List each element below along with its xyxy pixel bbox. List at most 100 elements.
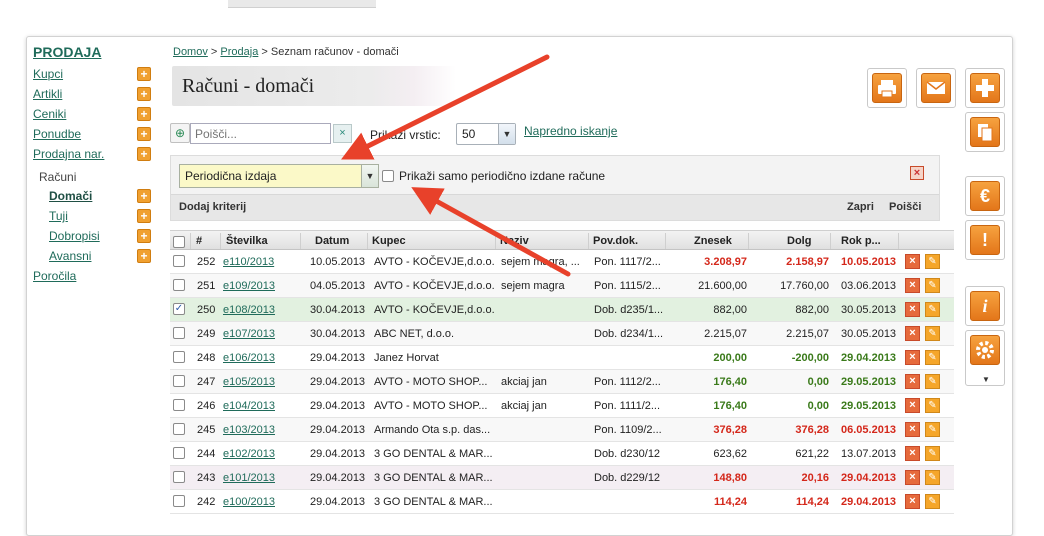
add-button[interactable] (965, 68, 1005, 108)
table-row[interactable]: 243 e101/2013 29.04.2013 3 GO DENTAL & MAR.… (170, 466, 954, 490)
breadcrumb-sales[interactable]: Prodaja (220, 46, 258, 58)
delete-icon[interactable]: × (905, 302, 920, 317)
sidebar-link-avansni[interactable]: Avansni (49, 249, 91, 263)
table-row[interactable]: ✓ 250 e108/2013 30.04.2013 AVTO - KOČEVJE,d.… (170, 298, 954, 322)
table-row[interactable]: 252 e110/2013 10.05.2013 AVTO - KOČEVJE,d.o… (170, 250, 954, 274)
edit-icon[interactable]: ✎ (925, 494, 940, 509)
row-checkbox[interactable] (173, 375, 185, 387)
add-prodajna-nar-button[interactable]: + (137, 147, 151, 161)
delete-icon[interactable]: × (905, 422, 920, 437)
delete-icon[interactable]: × (905, 374, 920, 389)
header-customer[interactable]: Kupec (372, 235, 406, 247)
close-filter-button[interactable]: Zapri (847, 201, 874, 213)
add-dobropisi-button[interactable]: + (137, 229, 151, 243)
edit-icon[interactable]: ✎ (925, 302, 940, 317)
delete-icon[interactable]: × (905, 398, 920, 413)
row-checkbox[interactable] (173, 255, 185, 267)
table-row[interactable]: 244 e102/2013 29.04.2013 3 GO DENTAL & MAR.… (170, 442, 954, 466)
sidebar-link-ceniki[interactable]: Ceniki (33, 107, 66, 121)
edit-icon[interactable]: ✎ (925, 446, 940, 461)
add-criteria-button[interactable]: Dodaj kriterij (179, 201, 246, 213)
delete-icon[interactable]: × (905, 350, 920, 365)
invoice-link[interactable]: e103/2013 (223, 424, 275, 436)
edit-icon[interactable]: ✎ (925, 422, 940, 437)
invoice-link[interactable]: e104/2013 (223, 400, 275, 412)
table-row[interactable]: 249 e107/2013 30.04.2013 ABC NET, d.o.o. Dob… (170, 322, 954, 346)
zoom-icon[interactable]: ⊕ (170, 123, 190, 143)
row-checkbox[interactable] (173, 327, 185, 339)
settings-button[interactable]: ▼ (965, 330, 1005, 386)
row-checkbox[interactable]: ✓ (173, 303, 185, 315)
row-checkbox[interactable] (173, 495, 185, 507)
info-button[interactable]: i (965, 286, 1005, 326)
periodic-only-checkbox[interactable] (382, 170, 394, 182)
invoice-link[interactable]: e102/2013 (223, 448, 275, 460)
header-amount[interactable]: Znesek (694, 235, 732, 247)
sidebar-link-ponudbe[interactable]: Ponudbe (33, 127, 81, 141)
edit-icon[interactable]: ✎ (925, 254, 940, 269)
add-kupci-button[interactable]: + (137, 67, 151, 81)
email-button[interactable] (916, 68, 956, 108)
advanced-search-link[interactable]: Napredno iskanje (524, 124, 617, 138)
search-input[interactable] (190, 123, 331, 144)
delete-icon[interactable]: × (905, 494, 920, 509)
delete-icon[interactable]: × (905, 470, 920, 485)
delete-icon[interactable]: × (905, 446, 920, 461)
header-due[interactable]: Rok p... (841, 235, 881, 247)
add-ceniki-button[interactable]: + (137, 107, 151, 121)
add-avansni-button[interactable]: + (137, 249, 151, 263)
row-checkbox[interactable] (173, 471, 185, 483)
warning-button[interactable]: ! (965, 220, 1005, 260)
header-hash[interactable]: # (196, 235, 202, 247)
header-ref[interactable]: Pov.dok. (593, 235, 638, 247)
add-artikli-button[interactable]: + (137, 87, 151, 101)
edit-icon[interactable]: ✎ (925, 350, 940, 365)
delete-icon[interactable]: × (905, 254, 920, 269)
row-checkbox[interactable] (173, 423, 185, 435)
add-tuji-button[interactable]: + (137, 209, 151, 223)
header-number[interactable]: Številka (226, 235, 268, 247)
edit-icon[interactable]: ✎ (925, 326, 940, 341)
invoice-link[interactable]: e109/2013 (223, 280, 275, 292)
sidebar-link-porocila[interactable]: Poročila (33, 269, 76, 283)
print-button[interactable] (867, 68, 907, 108)
sidebar-link-artikli[interactable]: Artikli (33, 87, 62, 101)
invoice-link[interactable]: e108/2013 (223, 304, 275, 316)
sidebar-link-domaci[interactable]: Domači (49, 189, 92, 203)
invoice-link[interactable]: e105/2013 (223, 376, 275, 388)
apply-filter-button[interactable]: Poišči (889, 201, 921, 213)
edit-icon[interactable]: ✎ (925, 374, 940, 389)
header-debt[interactable]: Dolg (787, 235, 811, 247)
edit-icon[interactable]: ✎ (925, 398, 940, 413)
header-title[interactable]: Naziv (500, 235, 529, 247)
invoice-link[interactable]: e101/2013 (223, 472, 275, 484)
euro-button[interactable]: € (965, 176, 1005, 216)
breadcrumb-home[interactable]: Domov (173, 46, 208, 58)
table-row[interactable]: 242 e100/2013 29.04.2013 3 GO DENTAL & MAR.… (170, 490, 954, 514)
row-checkbox[interactable] (173, 399, 185, 411)
table-row[interactable]: 245 e103/2013 29.04.2013 Armando Ota s.p. d… (170, 418, 954, 442)
invoice-link[interactable]: e110/2013 (223, 256, 274, 268)
invoice-link[interactable]: e100/2013 (223, 496, 275, 508)
row-checkbox[interactable] (173, 447, 185, 459)
rows-per-page-select[interactable]: 50 ▼ (456, 123, 516, 145)
remove-criteria-icon[interactable]: × (910, 166, 924, 180)
header-date[interactable]: Datum (315, 235, 349, 247)
table-row[interactable]: 251 e109/2013 04.05.2013 AVTO - KOČEVJE,d.o… (170, 274, 954, 298)
delete-icon[interactable]: × (905, 278, 920, 293)
edit-icon[interactable]: ✎ (925, 278, 940, 293)
sidebar-link-prodajna-nar[interactable]: Prodajna nar. (33, 147, 104, 161)
sidebar-link-dobropisi[interactable]: Dobropisi (49, 229, 100, 243)
table-row[interactable]: 248 e106/2013 29.04.2013 Janez Horvat 200,00… (170, 346, 954, 370)
clear-search-icon[interactable]: × (333, 124, 352, 143)
invoice-link[interactable]: e106/2013 (223, 352, 275, 364)
add-ponudbe-button[interactable]: + (137, 127, 151, 141)
table-row[interactable]: 246 e104/2013 29.04.2013 AVTO - MOTO SHOP..… (170, 394, 954, 418)
table-row[interactable]: 247 e105/2013 29.04.2013 AVTO - MOTO SHOP..… (170, 370, 954, 394)
filter-criteria-select[interactable]: Periodična izdaja ▼ (179, 164, 379, 188)
sidebar-link-tuji[interactable]: Tuji (49, 209, 68, 223)
row-checkbox[interactable] (173, 279, 185, 291)
edit-icon[interactable]: ✎ (925, 470, 940, 485)
select-all-checkbox[interactable] (173, 236, 185, 248)
sidebar-link-kupci[interactable]: Kupci (33, 67, 63, 81)
